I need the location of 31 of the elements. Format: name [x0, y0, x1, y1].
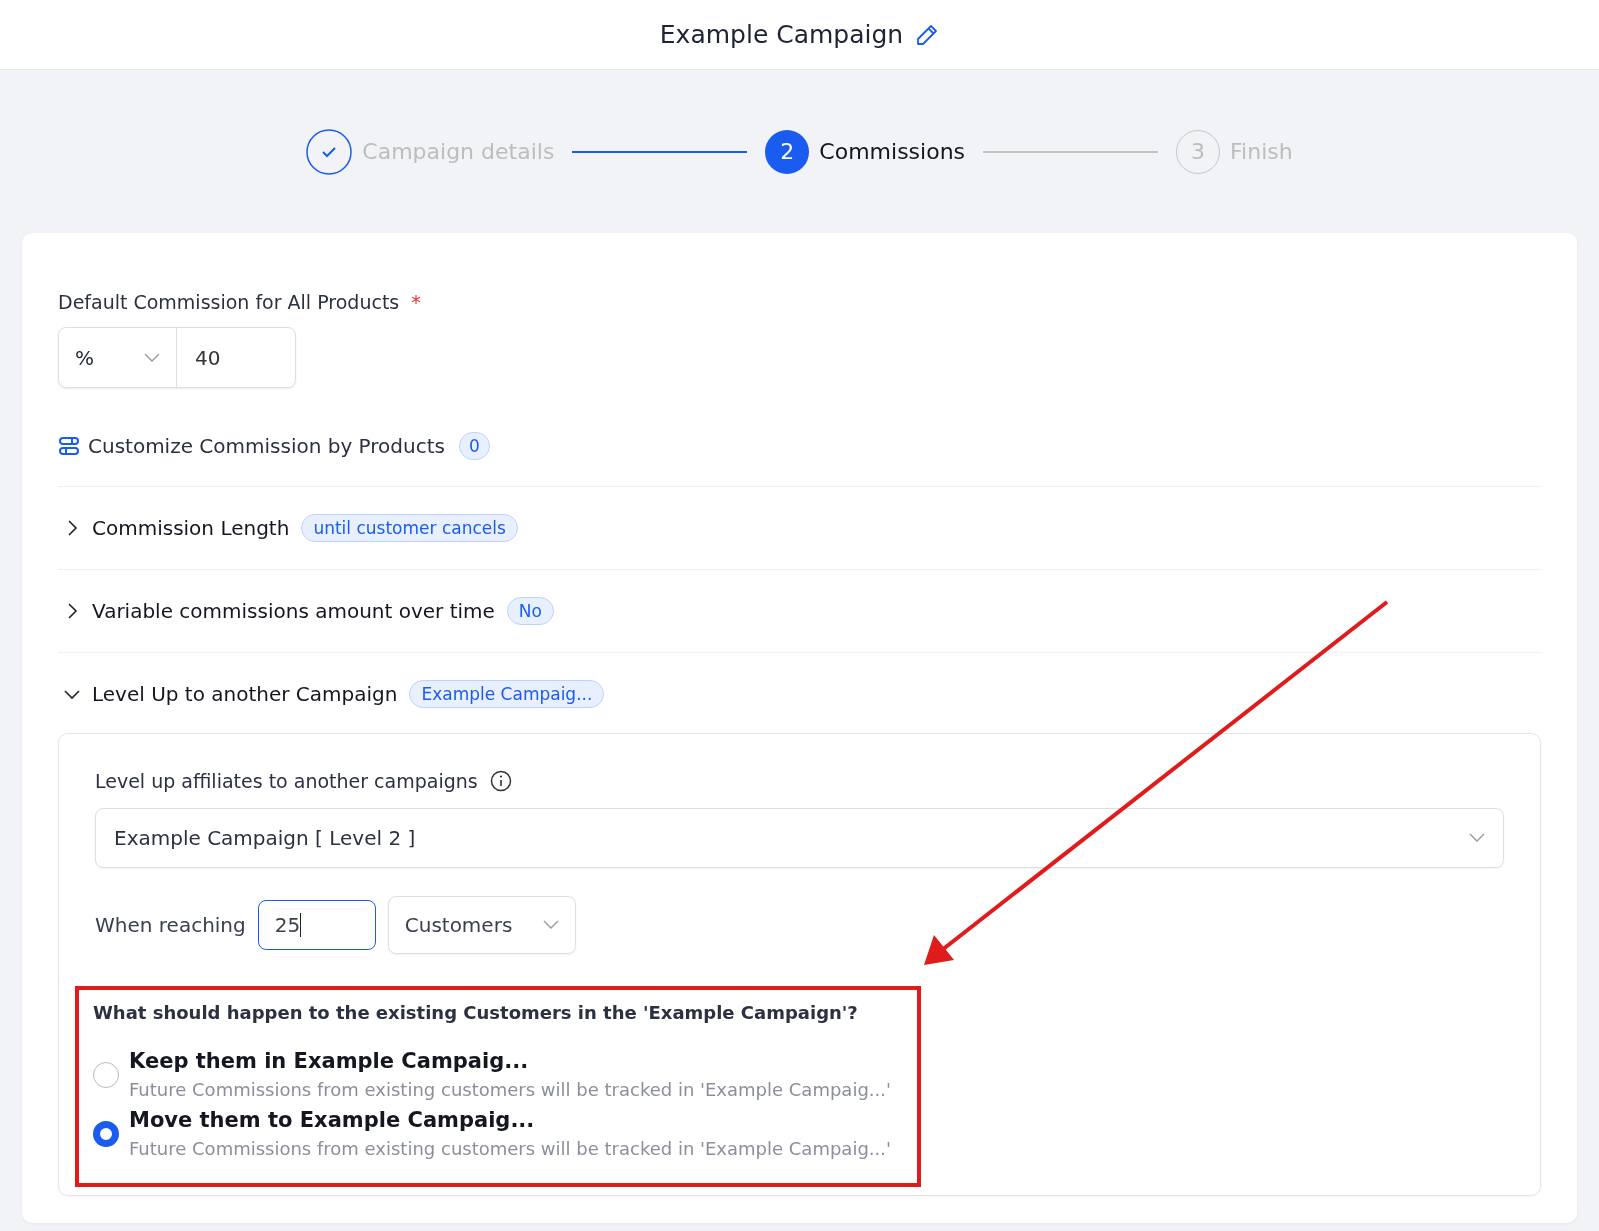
field-label: Level up affiliates to another campaigns: [95, 770, 478, 792]
customize-link[interactable]: Customize Commission by Products: [88, 434, 445, 458]
campaign-title: Example Campaign: [659, 20, 904, 49]
chevron-down-icon: [542, 920, 559, 930]
section-title[interactable]: Commission Length: [92, 516, 290, 540]
sliders-icon: [58, 435, 80, 457]
field-label: When reaching: [95, 913, 246, 937]
step-label: Commissions: [819, 139, 966, 164]
option-description: Future Commissions from existing customers will be tracked in 'Example Campaig...': [129, 1138, 891, 1159]
step-number: 2: [765, 129, 810, 174]
step-label: Campaign details: [362, 139, 555, 164]
step-label: Finish: [1230, 139, 1293, 164]
section-title[interactable]: Variable commissions amount over time: [92, 599, 495, 623]
section-badge: Example Campaig...: [409, 680, 605, 708]
field-label: Default Commission for All Products: [58, 291, 400, 313]
radio-button[interactable]: [93, 1120, 119, 1147]
threshold-input[interactable]: 25: [257, 900, 376, 950]
option-title: Move them to Example Campaig...: [129, 1108, 536, 1132]
section-title[interactable]: Level Up to another Campaign: [92, 682, 398, 706]
chevron-down-icon: [1469, 833, 1485, 843]
campaign-select[interactable]: Example Campaign [ Level 2 ]: [95, 808, 1504, 868]
section-badge: No: [506, 597, 554, 625]
section-badge: until customer cancels: [301, 514, 518, 542]
question-text: What should happen to the existing Customers in the 'Example Campaign'?: [93, 1002, 859, 1023]
count-badge: 0: [459, 432, 490, 460]
option-description: Future Commissions from existing customers will be tracked in 'Example Campaig...': [129, 1079, 891, 1100]
unit-select[interactable]: Customers: [387, 896, 576, 954]
edit-icon[interactable]: [915, 22, 940, 47]
option-title: Keep them in Example Campaig...: [129, 1049, 530, 1073]
info-icon[interactable]: [489, 770, 512, 792]
required-mark: *: [411, 291, 421, 313]
